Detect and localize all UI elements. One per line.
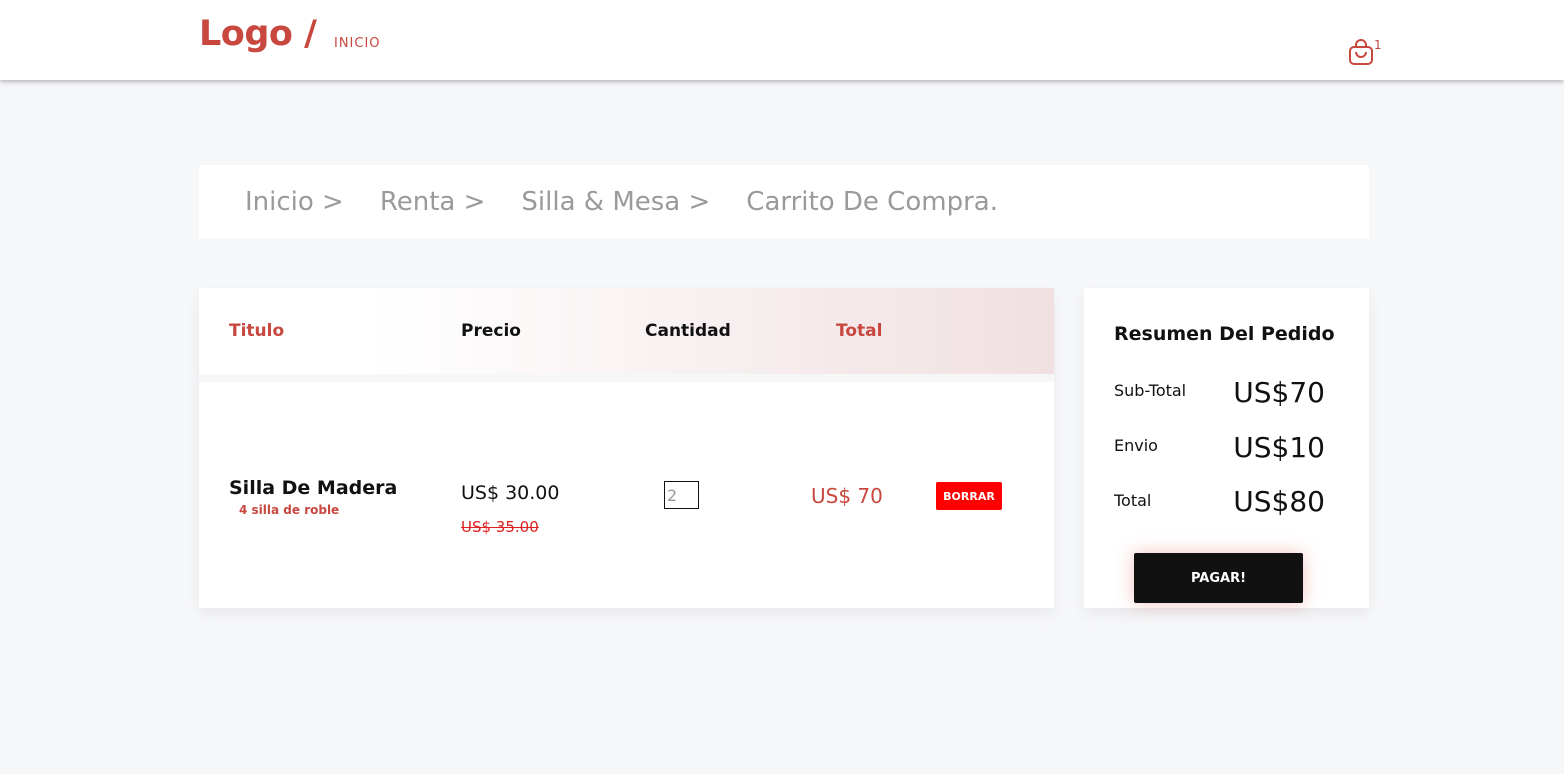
quantity-input[interactable]: [664, 481, 699, 509]
table-header: Titulo Precio Cantidad Total: [199, 288, 1054, 374]
cart-table: Titulo Precio Cantidad Total Silla De Ma…: [199, 288, 1054, 608]
header-titulo: Titulo: [229, 321, 285, 341]
shopping-bag-icon: [1349, 39, 1373, 65]
top-navbar: Logo / INICIO 1: [0, 0, 1564, 80]
subtotal-label: Sub-Total: [1114, 381, 1187, 400]
breadcrumb-item-silla-mesa[interactable]: Silla & Mesa >: [521, 187, 710, 217]
item-total: US$ 70: [811, 484, 883, 508]
shipping-value: US$10: [1233, 431, 1325, 464]
subtotal-value: US$70: [1233, 376, 1325, 409]
table-divider: [199, 374, 1054, 382]
order-summary: Resumen Del Pedido Sub-Total US$70 Envio…: [1084, 288, 1369, 608]
shipping-label: Envio: [1114, 436, 1158, 455]
pay-button[interactable]: PAGAR!: [1134, 553, 1303, 603]
total-label: Total: [1114, 491, 1152, 510]
item-name: Silla De Madera: [229, 477, 398, 499]
breadcrumb-item-renta[interactable]: Renta >: [380, 187, 486, 217]
delete-button[interactable]: BORRAR: [936, 482, 1002, 510]
header-cantidad: Cantidad: [645, 321, 731, 341]
breadcrumb: Inicio > Renta > Silla & Mesa > Carrito …: [199, 165, 1369, 238]
item-old-price: US$ 35.00: [461, 518, 539, 536]
total-value: US$80: [1233, 485, 1325, 518]
item-description: 4 silla de roble: [239, 503, 340, 517]
summary-title: Resumen Del Pedido: [1114, 323, 1335, 345]
breadcrumb-item-inicio[interactable]: Inicio >: [245, 187, 344, 217]
cart-count-badge: 1: [1374, 38, 1382, 52]
nav-link-inicio[interactable]: INICIO: [334, 36, 381, 51]
item-price: US$ 30.00: [461, 482, 560, 504]
logo[interactable]: Logo /: [199, 14, 317, 54]
header-precio: Precio: [461, 321, 521, 341]
header-total: Total: [836, 321, 883, 341]
cart-button[interactable]: 1: [1348, 38, 1384, 68]
breadcrumb-item-carrito: Carrito De Compra.: [746, 186, 998, 217]
